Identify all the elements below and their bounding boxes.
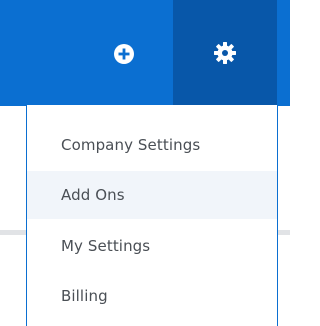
top-toolbar: [0, 0, 290, 106]
menu-item-label: My Settings: [61, 237, 151, 255]
menu-item-add-ons[interactable]: Add Ons: [27, 171, 277, 219]
menu-item-billing[interactable]: Billing: [27, 272, 277, 320]
plus-circle-icon: [114, 44, 134, 64]
menu-item-label: Billing: [61, 287, 108, 305]
menu-item-label: Company Settings: [61, 136, 201, 154]
menu-item-company-settings[interactable]: Company Settings: [27, 121, 277, 169]
gear-icon: [214, 42, 236, 64]
menu-item-my-settings[interactable]: My Settings: [27, 222, 277, 270]
menu-item-label: Add Ons: [61, 186, 125, 204]
settings-button[interactable]: [173, 0, 277, 106]
add-button[interactable]: [106, 36, 142, 72]
page: Company Settings Add Ons My Settings Bil…: [0, 0, 290, 326]
settings-dropdown-menu: Company Settings Add Ons My Settings Bil…: [26, 105, 278, 326]
